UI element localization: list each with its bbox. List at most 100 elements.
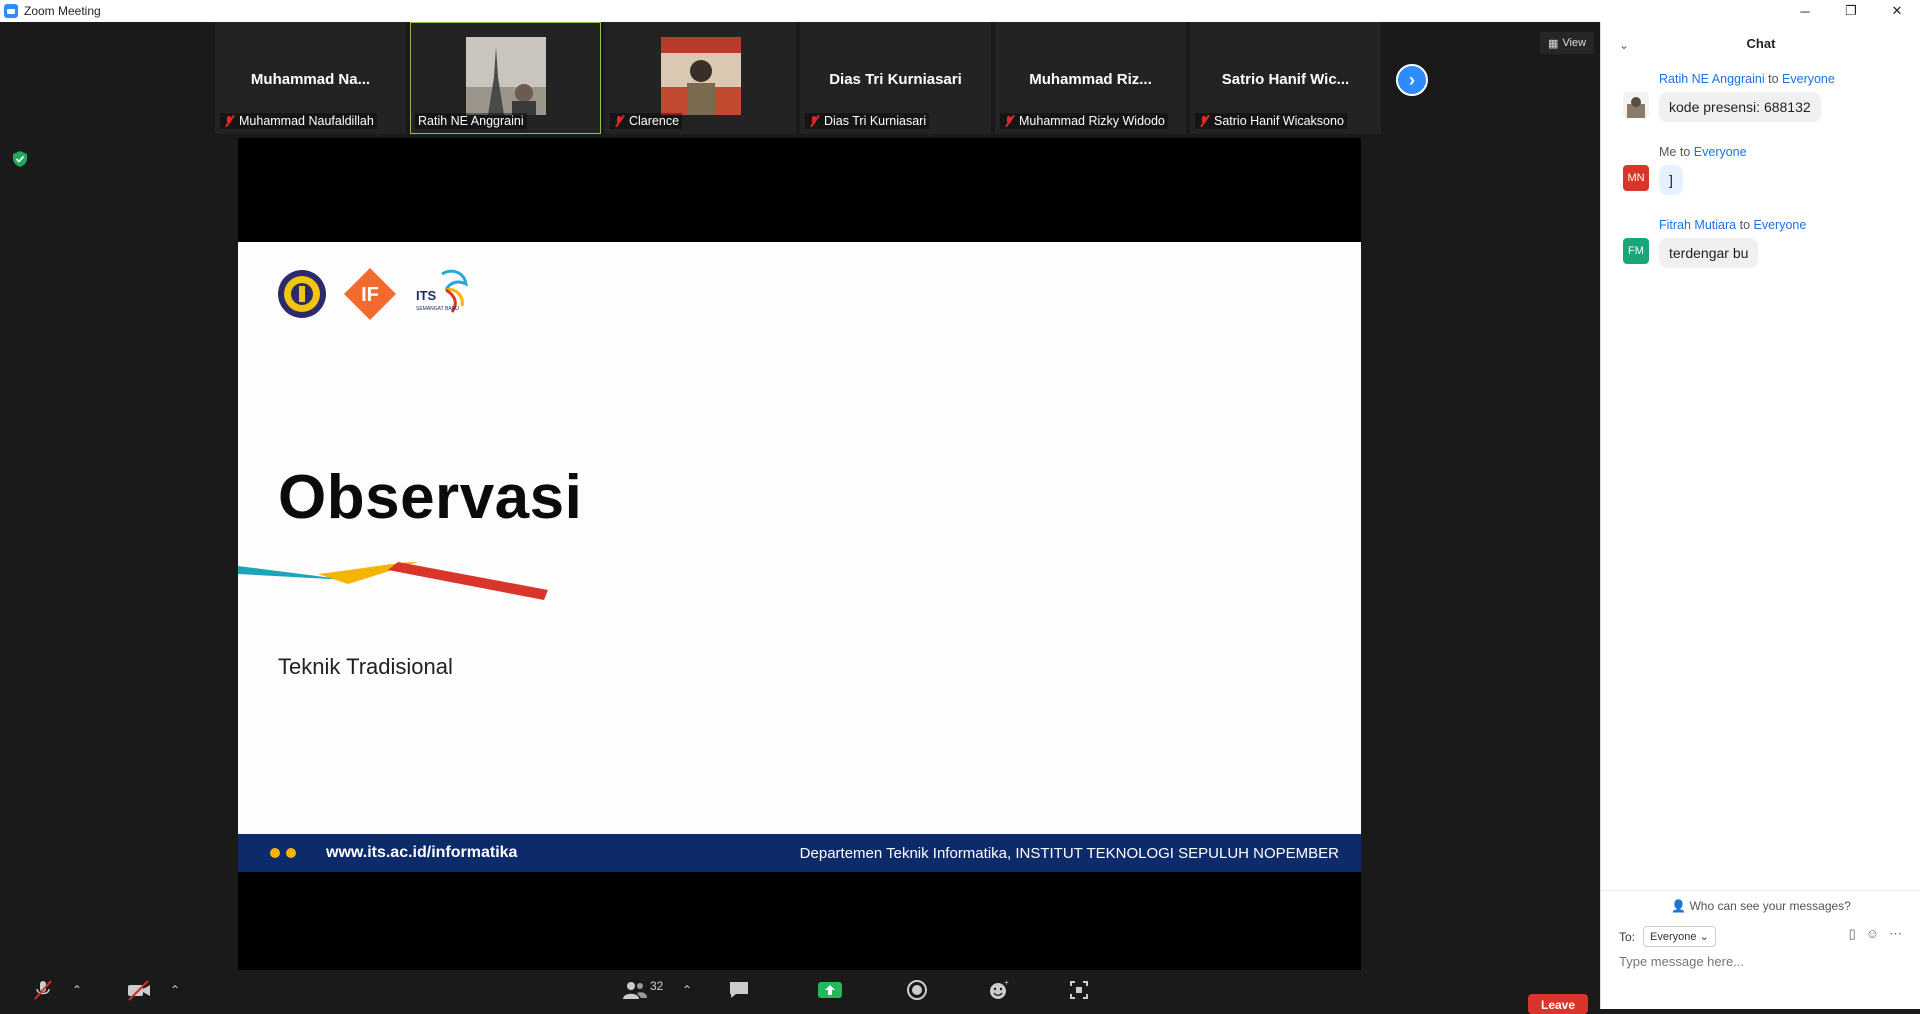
participant-tile[interactable]: Muhammad Na... Muhammad Naufaldillah <box>215 22 406 134</box>
chat-panel: ⌄ Chat Ratih NE Anggraini to Everyone ko… <box>1600 22 1920 1009</box>
svg-text:SEMANGAT BARU: SEMANGAT BARU <box>416 306 459 312</box>
shared-screen: IF ITS SEMANGAT BARU Observasi Teknik Tr… <box>238 138 1361 1001</box>
next-page-button[interactable]: › <box>1396 64 1428 96</box>
slide-subtitle: Teknik Tradisional <box>278 654 453 679</box>
sender-avatar: MN <box>1623 165 1649 191</box>
chat-recipient: Everyone <box>1782 72 1835 86</box>
participant-big-name: Satrio Hanif Wic... <box>1221 71 1350 88</box>
participant-name-bar: Muhammad Naufaldillah <box>220 113 377 129</box>
start-video-button[interactable] <box>126 978 152 1002</box>
video-options-caret[interactable]: ⌃ <box>170 978 180 1002</box>
recipient-select[interactable]: Everyone ⌄ <box>1643 926 1716 947</box>
sender-avatar <box>1623 92 1649 118</box>
chevron-down-icon: ⌄ <box>1699 931 1709 943</box>
grid-icon: ▦ <box>1548 37 1559 50</box>
video-off-icon <box>128 980 150 1001</box>
participant-tile-active[interactable]: Ratih NE Anggraini <box>410 22 601 134</box>
slide-logos: IF ITS SEMANGAT BARU <box>276 266 472 322</box>
zoom-app-icon <box>4 4 18 18</box>
mic-muted-icon <box>1003 115 1015 127</box>
mic-muted-icon <box>808 115 820 127</box>
participant-big-name: Muhammad Na... <box>250 71 371 88</box>
participant-video <box>466 37 546 115</box>
recipient-value: Everyone <box>1650 931 1697 943</box>
window-controls: ─ ❐ ✕ <box>1782 0 1920 22</box>
chat-sender[interactable]: Ratih NE Anggraini <box>1659 72 1765 86</box>
chat-message-text[interactable]: terdengar bu <box>1659 238 1759 268</box>
chat-message-meta: Ratih NE Anggraini to Everyone <box>1659 72 1909 86</box>
apps-icon <box>1070 981 1088 999</box>
chat-to-word: to <box>1679 145 1691 159</box>
slide-footer: www.its.ac.id/informatika Departemen Tek… <box>238 834 1361 872</box>
file-icon[interactable]: ▯ <box>1849 926 1856 942</box>
person-lock-icon: 👤 <box>1671 899 1687 913</box>
slide-title: Observasi <box>278 463 583 532</box>
view-button[interactable]: ▦ View <box>1540 32 1595 54</box>
reactions-button[interactable]: + <box>988 978 1010 1002</box>
smiley-icon: + <box>990 979 1009 999</box>
participants-button[interactable]: 32 <box>622 978 663 1002</box>
recipient-row: To: Everyone ⌄ <box>1619 926 1716 947</box>
audio-options-caret[interactable]: ⌃ <box>72 978 82 1002</box>
chat-icon <box>730 982 748 998</box>
view-label: View <box>1562 37 1587 49</box>
its-semangat-baru-logo: ITS SEMANGAT BARU <box>416 269 468 313</box>
record-button[interactable] <box>906 978 928 1002</box>
apps-button[interactable] <box>1068 978 1090 1002</box>
participants-count: 32 <box>650 979 664 993</box>
footer-url: www.its.ac.id/informatika <box>326 844 518 861</box>
chat-sender[interactable]: Fitrah Mutiara <box>1659 218 1736 232</box>
share-screen-button[interactable] <box>818 978 842 1002</box>
footer-dot <box>286 848 296 858</box>
participants-options-caret[interactable]: ⌃ <box>682 978 692 1002</box>
who-can-see-label: Who can see your messages? <box>1689 899 1851 913</box>
chat-message-meta: Me to Everyone <box>1659 145 1909 159</box>
participant-big-name: Muhammad Riz... <box>1029 71 1152 88</box>
share-screen-icon <box>818 982 842 998</box>
participant-tile[interactable]: Dias Tri Kurniasari Dias Tri Kurniasari <box>800 22 991 134</box>
participant-strip: Muhammad Na... Muhammad Naufaldillah Rat… <box>215 22 1385 134</box>
chat-to-word: to <box>1739 218 1751 232</box>
unmute-button[interactable] <box>32 978 54 1002</box>
svg-text:IF: IF <box>361 284 379 306</box>
participants-icon <box>623 982 647 999</box>
participant-name-bar: Muhammad Rizky Widodo <box>1000 113 1168 129</box>
chat-message-input[interactable] <box>1619 954 1909 969</box>
chat-message-text[interactable]: ] <box>1659 165 1683 195</box>
participant-name: Ratih NE Anggraini <box>418 114 524 128</box>
chat-button[interactable] <box>728 978 750 1002</box>
participant-tile[interactable]: Satrio Hanif Wic... Satrio Hanif Wicakso… <box>1190 22 1381 134</box>
participant-video <box>661 37 741 115</box>
participant-name: Dias Tri Kurniasari <box>824 114 927 128</box>
svg-text:+: + <box>1004 979 1009 987</box>
minimize-button[interactable]: ─ <box>1782 0 1828 22</box>
svg-text:ITS: ITS <box>416 288 437 303</box>
its-seal-logo <box>278 270 326 318</box>
more-icon[interactable]: ⋯ <box>1889 926 1902 942</box>
participant-name: Clarence <box>629 114 680 128</box>
sender-avatar: FM <box>1623 238 1649 264</box>
presentation-slide: IF ITS SEMANGAT BARU Observasi Teknik Tr… <box>238 242 1361 872</box>
participant-tile[interactable]: Clarence <box>605 22 796 134</box>
footer-dot <box>270 848 280 858</box>
restore-button[interactable]: ❐ <box>1828 0 1874 22</box>
participant-name-bar: Ratih NE Anggraini <box>415 113 527 129</box>
window-title: Zoom Meeting <box>24 4 101 18</box>
mic-muted-icon <box>613 115 625 127</box>
mic-muted-icon <box>1198 115 1210 127</box>
participant-name-bar: Clarence <box>610 113 683 129</box>
chevron-right-icon: › <box>1409 69 1415 90</box>
participant-name-bar: Satrio Hanif Wicaksono <box>1195 113 1347 129</box>
participant-name: Satrio Hanif Wicaksono <box>1214 114 1344 128</box>
chat-message: Ratih NE Anggraini to Everyone kode pres… <box>1619 72 1909 122</box>
security-shield-icon[interactable] <box>12 150 28 168</box>
participant-tile[interactable]: Muhammad Riz... Muhammad Rizky Widodo <box>995 22 1186 134</box>
close-button[interactable]: ✕ <box>1874 0 1920 22</box>
who-can-see-link[interactable]: 👤 Who can see your messages? <box>1601 890 1920 913</box>
emoji-icon[interactable]: ☺ <box>1866 926 1879 942</box>
participant-name: Muhammad Rizky Widodo <box>1019 114 1165 128</box>
leave-button[interactable]: Leave <box>1528 994 1588 1014</box>
caret-up-icon: ⌃ <box>72 983 83 997</box>
if-logo: IF <box>344 268 396 320</box>
chat-message-text[interactable]: kode presensi: 688132 <box>1659 92 1821 122</box>
